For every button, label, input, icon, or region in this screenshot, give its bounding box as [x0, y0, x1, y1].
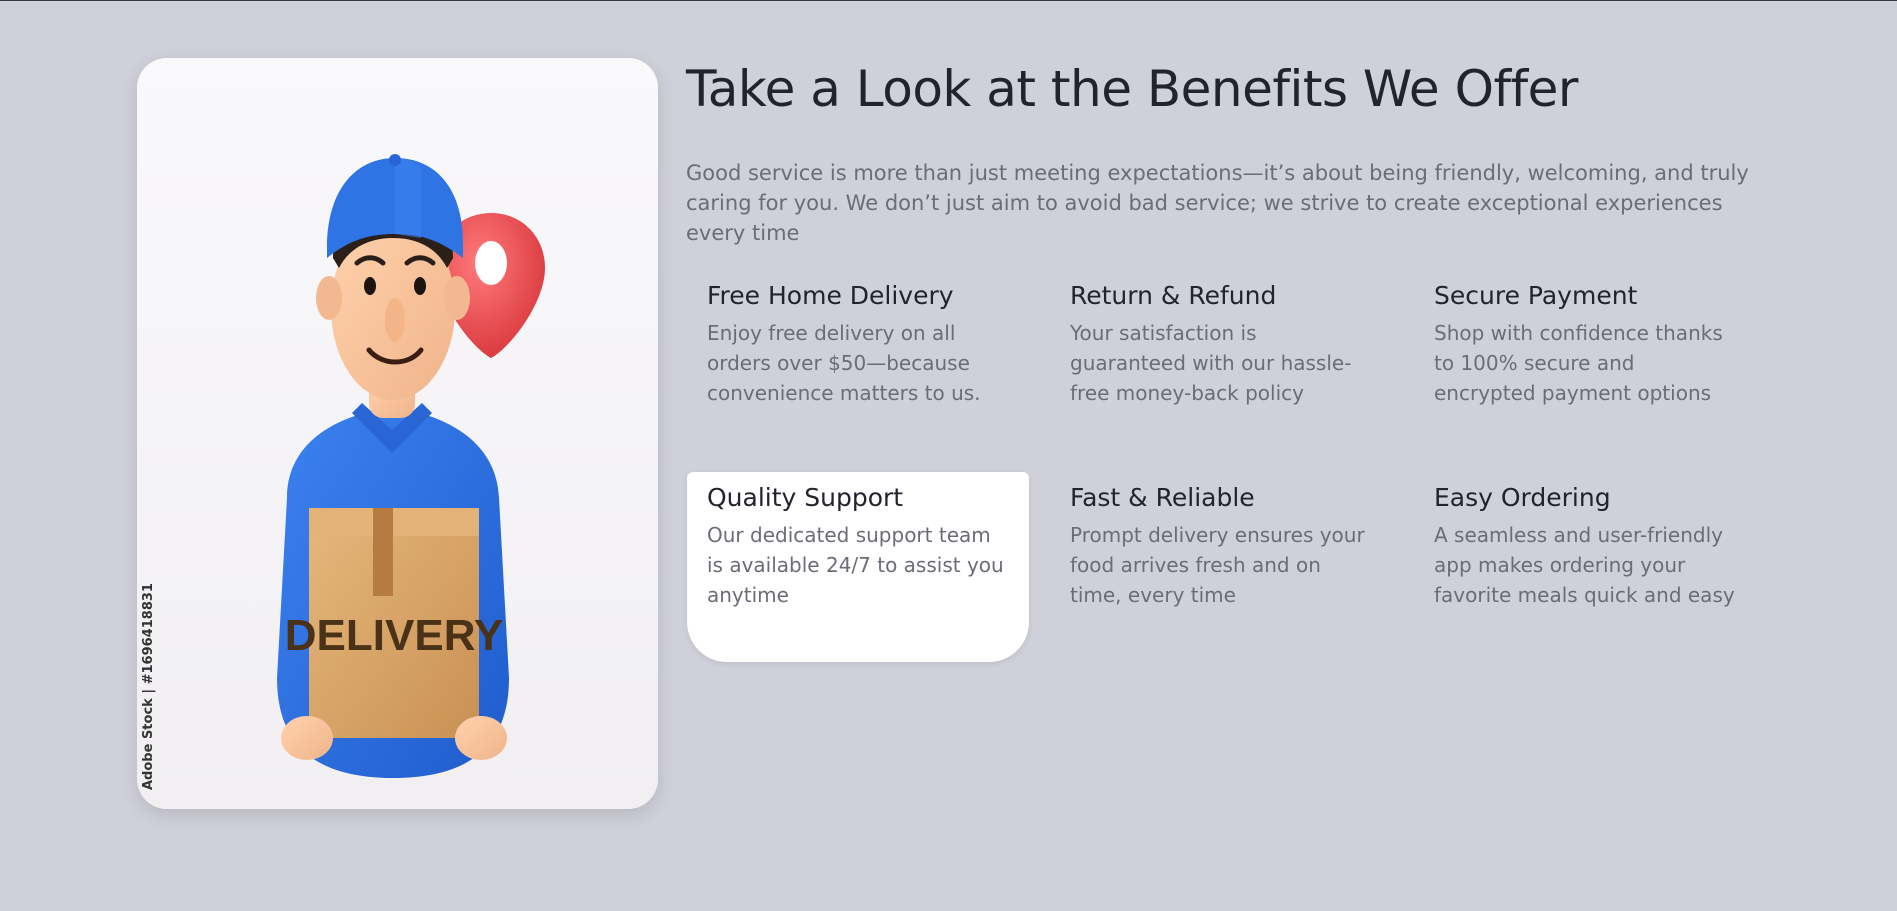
feature-title: Secure Payment	[1434, 281, 1638, 310]
benefits-section: DELIVERY Adobe Stock | #1696418831 Take …	[0, 0, 1897, 911]
image-watermark: Adobe Stock | #1696418831	[141, 583, 156, 790]
feature-card-quality-support[interactable]: Quality Support Our dedicated support te…	[687, 472, 1029, 662]
feature-title: Easy Ordering	[1434, 483, 1611, 512]
section-title: Take a Look at the Benefits We Offer	[686, 60, 1578, 118]
feature-description: Your satisfaction is guaranteed with our…	[1070, 321, 1352, 405]
benefits-grid: Free Home Delivery Enjoy free delivery o…	[687, 270, 1787, 670]
feature-description: Prompt delivery ensures your food arrive…	[1070, 523, 1365, 607]
feature-title: Fast & Reliable	[1070, 483, 1255, 512]
svg-text:DELIVERY: DELIVERY	[285, 611, 503, 660]
feature-card-easy-ordering[interactable]: Easy Ordering A seamless and user-friend…	[1414, 472, 1756, 662]
feature-description: Enjoy free delivery on all orders over $…	[707, 321, 981, 405]
feature-card-fast-reliable[interactable]: Fast & Reliable Prompt delivery ensures …	[1050, 472, 1392, 662]
feature-card-return-refund[interactable]: Return & Refund Your satisfaction is gua…	[1050, 270, 1392, 460]
feature-description: A seamless and user-friendly app makes o…	[1434, 523, 1735, 607]
feature-title: Free Home Delivery	[707, 281, 954, 310]
delivery-box-icon: DELIVERY	[285, 508, 503, 738]
feature-title: Quality Support	[707, 483, 904, 512]
feature-card-secure-payment[interactable]: Secure Payment Shop with confidence than…	[1414, 270, 1756, 460]
section-intro: Good service is more than just meeting e…	[686, 161, 1749, 245]
feature-description: Our dedicated support team is available …	[707, 523, 1004, 607]
feature-description: Shop with confidence thanks to 100% secu…	[1434, 321, 1723, 405]
delivery-illustration: DELIVERY	[137, 58, 658, 809]
feature-card-free-home-delivery[interactable]: Free Home Delivery Enjoy free delivery o…	[687, 270, 1029, 460]
feature-title: Return & Refund	[1070, 281, 1277, 310]
